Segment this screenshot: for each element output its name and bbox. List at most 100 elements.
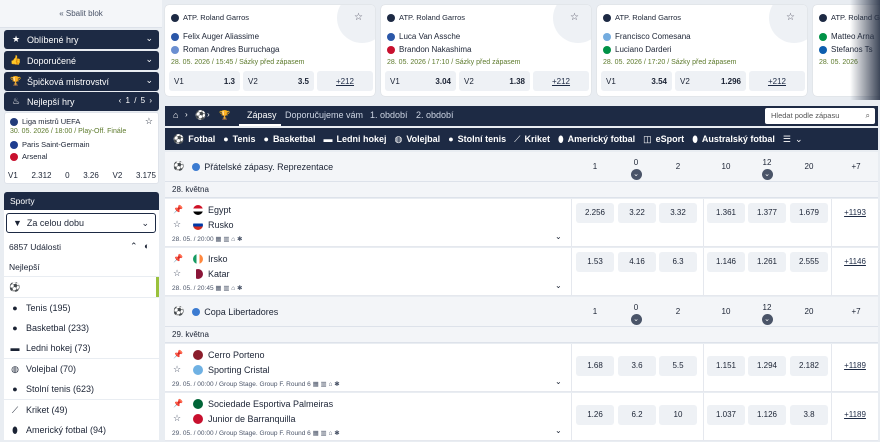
menu-recommended[interactable]: 👍 Doporučené ⌄ [4,51,159,70]
globe-icon[interactable]: ◐ [144,241,149,251]
sport-item-tennis[interactable]: ● Tenis (195) [4,298,159,318]
sport-tab-basketball[interactable]: ● Basketbal [264,134,316,144]
sport-tab-american-football[interactable]: ⬮ Americký fotbal [558,134,635,145]
more-bets-button[interactable]: +212 [749,71,805,91]
star-icon[interactable]: ☆ [354,12,363,23]
column-header-x[interactable]: 0 ⌄ [621,303,651,325]
odd-v1-button[interactable]: V1 3.54 [601,71,672,91]
tab-period-1[interactable]: 1. období [370,110,408,120]
odd-v2-button[interactable]: V2 3.5 [243,71,314,91]
odd-button-2[interactable]: 6.3 [659,252,697,272]
promo-match-card[interactable]: Liga mistrů UEFA ☆ 30. 05. 2026 / 18:00 … [4,112,159,184]
sport-tab-australian-football[interactable]: ⬮ Australský fotbal [692,134,775,145]
tab-matches[interactable]: Zápasy [247,110,277,120]
odd-v1-button[interactable]: V1 1.3 [169,71,240,91]
odd-button-2[interactable]: 5.5 [659,356,697,376]
sport-item-football[interactable]: ⚽ Fotbal (1424) ⌄ [4,277,159,297]
sport-tab-esport[interactable]: ◫ eSport [643,134,684,145]
sport-tab-table-tennis[interactable]: ● Stolní tenis [448,134,506,144]
pin-icon[interactable]: 📌 [173,254,183,263]
odd-button-12[interactable]: 1.377 [748,203,786,223]
star-icon[interactable]: ☆ [173,219,181,230]
tab-recommended[interactable]: Doporučujeme vám [285,110,363,120]
soccer-ball-icon[interactable]: ⚽ [195,110,206,121]
match-row[interactable]: 📌 ☆ Cerro Porteno Sporting Cristal 29. 0… [165,344,878,392]
more-sports-menu[interactable]: ☰ ⌄ [783,134,803,145]
menu-best-games[interactable]: ♨ Nejlepší hry ‹ 1 / 5 › [4,92,159,111]
top-match-card[interactable]: ATP. Roland Garros ☆ Felix Auger Aliassi… [165,5,375,96]
odd-button-10[interactable]: 1.151 [707,356,745,376]
odd-v1[interactable]: 2.312 [31,171,51,180]
match-row[interactable]: 📌 ☆ Sociedade Esportiva Palmeiras Junior… [165,393,878,441]
best-label[interactable]: Nejlepší [9,262,40,272]
star-icon[interactable]: ☆ [786,12,795,23]
best-games-pager[interactable]: ‹ 1 / 5 › [119,96,153,105]
top-match-card[interactable]: ATP. Roland Garros ☆ Luca Van Assche Bra… [381,5,591,96]
odd-button-1[interactable]: 1.53 [576,252,614,272]
more-bets-link[interactable]: +1193 [836,203,874,223]
sport-tab-ice-hockey[interactable]: ▬ Ledni hokej [323,134,386,144]
more-bets-link[interactable]: +1189 [836,405,874,425]
league-header[interactable]: ⚽ Přátelské zápasy. Reprezentace 1 0 ⌄ 2 1… [165,152,878,182]
star-icon[interactable]: ☆ [173,364,181,375]
top-match-card[interactable]: ATP. Roland Garros ☆ Francisco Comesana … [597,5,807,96]
odd-v2-button[interactable]: V2 1.296 [675,71,746,91]
odd-button-2[interactable]: 3.32 [659,203,697,223]
star-icon[interactable]: ☆ [173,268,181,279]
menu-favorite-games[interactable]: ★ Oblíbené hry ⌄ [4,30,159,49]
pin-icon[interactable]: 📌 [173,350,183,359]
sport-item-table-tennis[interactable]: ● Stolní tenis (623) [4,379,159,399]
odd-button-10[interactable]: 1.361 [707,203,745,223]
collapse-sidebar-button[interactable]: « Sbalit blok [0,0,162,28]
star-icon[interactable]: ☆ [570,12,579,23]
expand-chevron-icon[interactable]: ⌄ [555,232,562,241]
expand-chevron-icon[interactable]: ⌄ [555,281,562,290]
expand-chevron-icon[interactable]: ⌄ [555,426,562,435]
odd-button-10[interactable]: 1.146 [707,252,745,272]
odd-button-x[interactable]: 3.6 [618,356,656,376]
collapse-all-icon[interactable]: ⌃ [130,241,138,252]
odd-x[interactable]: 3.26 [83,171,99,180]
odd-button-20[interactable]: 3.8 [790,405,828,425]
sport-tab-football[interactable]: ⚽ Fotbal [173,134,215,145]
sport-item-basketball[interactable]: ● Basketbal (233) [4,318,159,338]
star-icon[interactable]: ☆ [145,116,153,127]
sport-tab-tennis[interactable]: ● Tenis [223,134,255,144]
sport-tab-cricket[interactable]: ⟋ Kriket [514,134,550,145]
column-header-12[interactable]: 12 ⌄ [752,158,782,180]
pin-icon[interactable]: 📌 [173,399,183,408]
odd-button-20[interactable]: 1.679 [790,203,828,223]
more-bets-button[interactable]: +212 [317,71,373,91]
home-icon[interactable]: ⌂ [173,110,178,120]
stats-icons[interactable]: ▦ ▥ ⌂ ✱ [313,381,340,388]
sport-item-ice-hockey[interactable]: ▬ Ledni hokej (73) [4,338,159,358]
odd-button-x[interactable]: 4.16 [618,252,656,272]
odd-v1-button[interactable]: V1 3.04 [385,71,456,91]
sport-item-american-football[interactable]: ⬮ Americký fotbal (94) [4,420,159,440]
time-filter-select[interactable]: ▼ Za celou dobu ⌄ [6,213,156,233]
odd-button-1[interactable]: 1.68 [576,356,614,376]
tab-period-2[interactable]: 2. období [416,110,454,120]
sport-item-volleyball[interactable]: ◍ Volejbal (70) [4,359,159,379]
odd-button-12[interactable]: 1.261 [748,252,786,272]
odd-button-10[interactable]: 1.037 [707,405,745,425]
star-icon[interactable]: ☆ [173,413,181,424]
sport-item-cricket[interactable]: ⟋ Kriket (49) [4,400,159,420]
expand-chevron-icon[interactable]: ⌄ [555,377,562,386]
column-header-x[interactable]: 0 ⌄ [621,158,651,180]
more-bets-link[interactable]: +1146 [836,252,874,272]
odd-button-x[interactable]: 3.22 [618,203,656,223]
stats-icons[interactable]: ▦ ▥ ⌂ ✱ [215,236,242,243]
trophy-icon[interactable]: 🏆 [219,110,230,121]
carousel-next-fade[interactable] [850,0,880,100]
column-header-12[interactable]: 12 ⌄ [752,303,782,325]
more-bets-link[interactable]: +1189 [836,356,874,376]
stats-icons[interactable]: ▦ ▥ ⌂ ✱ [215,285,242,292]
odd-button-x[interactable]: 6.2 [618,405,656,425]
odd-button-12[interactable]: 1.294 [748,356,786,376]
stats-icons[interactable]: ▦ ▥ ⌂ ✱ [313,430,340,437]
odd-v2-button[interactable]: V2 1.38 [459,71,530,91]
odd-button-12[interactable]: 1.126 [748,405,786,425]
match-row[interactable]: 📌 ☆ Irsko Katar 28. 05. / 20:45 ▦ ▥ ⌂ ✱ … [165,248,878,296]
match-row[interactable]: 📌 ☆ Egypt Rusko 28. 05. / 20:00 ▦ ▥ ⌂ ✱ … [165,199,878,247]
